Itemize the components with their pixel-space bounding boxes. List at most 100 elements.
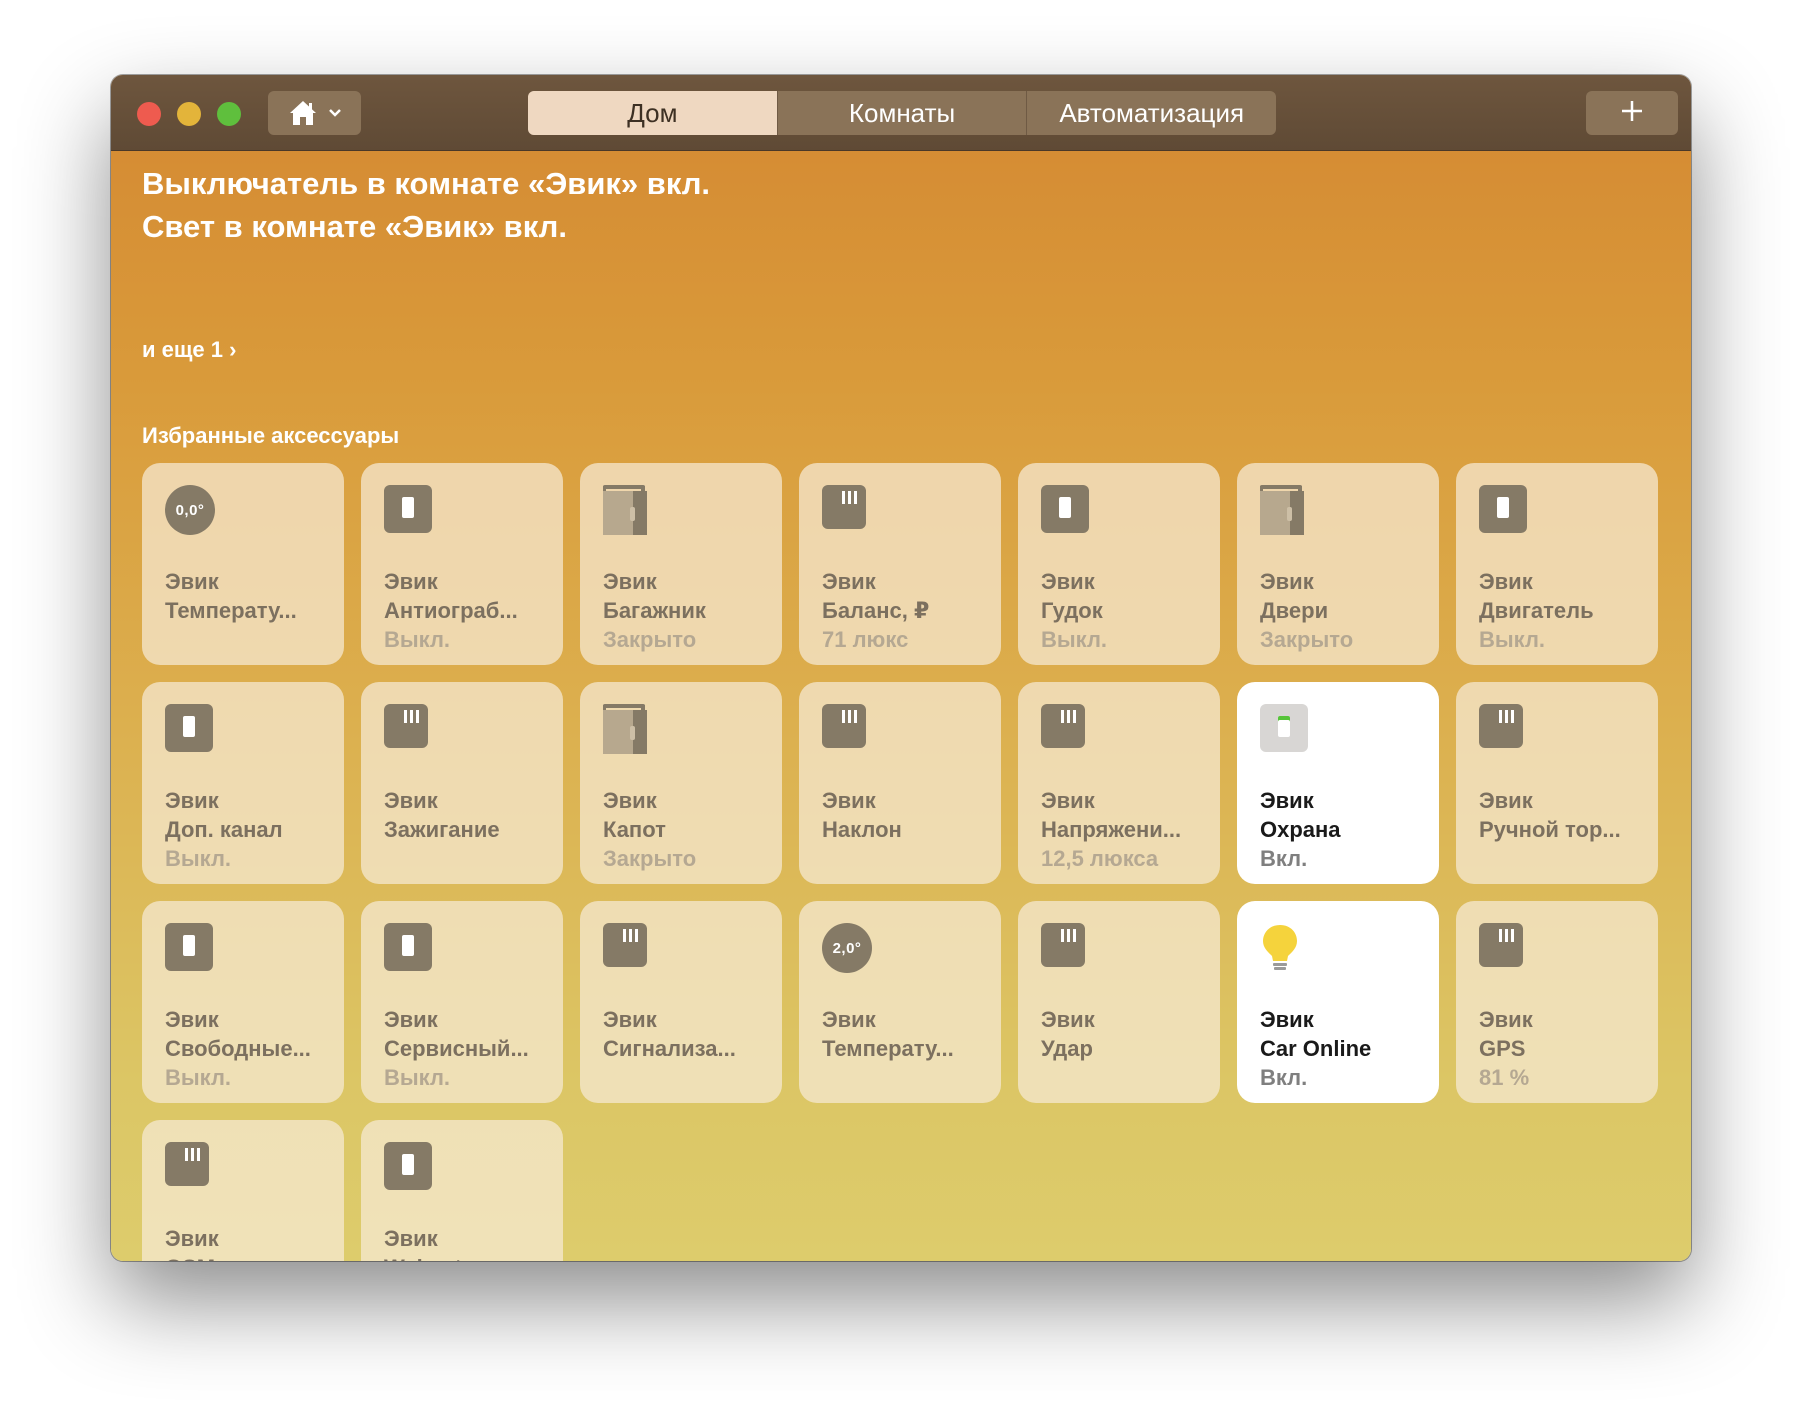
accessory-name: Баланс, ₽: [822, 598, 930, 623]
accessory-tile[interactable]: Эвик GPS 81 %: [1456, 901, 1658, 1103]
accessory-tile[interactable]: 0,0° Эвик Температу...: [142, 463, 344, 665]
accessory-tile[interactable]: Эвик Гудок Выкл.: [1018, 463, 1220, 665]
accessory-room: Эвик: [1479, 569, 1533, 594]
switch-icon: [165, 704, 217, 756]
accessory-tile[interactable]: ЭвикWebastoВыкл.: [361, 1120, 563, 1261]
accessory-tile[interactable]: Эвик Наклон: [799, 682, 1001, 884]
accessory-state: Выкл.: [384, 1065, 451, 1090]
tab-home[interactable]: Дом: [528, 91, 777, 135]
sensor-icon: [1041, 704, 1093, 756]
accessory-room: Эвик: [1041, 569, 1095, 594]
accessory-name: Наклон: [822, 817, 902, 842]
accessory-room: Эвик: [1260, 1007, 1314, 1032]
accessory-name: Ручной тор...: [1479, 817, 1621, 842]
accessory-tile[interactable]: 2,0° Эвик Температу...: [799, 901, 1001, 1103]
accessory-room: Эвик: [1479, 1007, 1533, 1032]
accessory-state: Выкл.: [1479, 627, 1546, 652]
accessory-state: Выкл.: [384, 627, 451, 652]
more-status-link[interactable]: и еще 1 ›: [142, 337, 236, 363]
view-tabs: Дом Комнаты Автоматизация: [528, 91, 1276, 135]
accessory-room: Эвик: [1479, 788, 1533, 813]
accessory-room: Эвик: [1041, 788, 1095, 813]
accessory-room: Эвик: [165, 788, 219, 813]
house-icon: [288, 99, 318, 127]
switch-icon: [384, 485, 436, 537]
accessory-room: Эвик: [384, 1007, 438, 1032]
temperature-badge-icon: 0,0°: [165, 485, 217, 537]
accessory-name: Удар: [1041, 1036, 1093, 1061]
accessory-tile[interactable]: Эвик Сигнализа...: [580, 901, 782, 1103]
accessory-name: Сигнализа...: [603, 1036, 736, 1061]
home-menu-button[interactable]: [268, 91, 361, 135]
accessory-tile[interactable]: Эвик Багажник Закрыто: [580, 463, 782, 665]
accessory-room: Эвик: [384, 788, 438, 813]
minimize-window-button[interactable]: [177, 102, 201, 126]
accessory-tile[interactable]: Эвик Ручной тор...: [1456, 682, 1658, 884]
accessory-name: Гудок: [1041, 598, 1103, 623]
sensor-icon: [1479, 923, 1531, 975]
accessory-tile[interactable]: ЭвикGSM66 %: [142, 1120, 344, 1261]
sensor-icon: [165, 1142, 217, 1194]
accessory-state: Выкл.: [165, 846, 232, 871]
accessory-state: Вкл.: [1260, 1065, 1308, 1090]
accessory-name: Webasto: [384, 1253, 546, 1261]
accessory-tile[interactable]: Эвик Car Online Вкл.: [1237, 901, 1439, 1103]
accessory-tile[interactable]: Эвик Доп. канал Выкл.: [142, 682, 344, 884]
accessory-name: Свободные...: [165, 1036, 311, 1061]
door-icon: [603, 704, 655, 756]
accessory-name: Сервисный...: [384, 1036, 529, 1061]
accessory-tile[interactable]: Эвик Баланс, ₽ 71 люкс: [799, 463, 1001, 665]
accessory-room: Эвик: [165, 569, 219, 594]
accessory-tile[interactable]: Эвик Антиограб... Выкл.: [361, 463, 563, 665]
accessory-state: Закрыто: [1260, 627, 1354, 652]
home-app-window: Дом Комнаты Автоматизация Выключатель в …: [111, 75, 1691, 1261]
accessory-room: Эвик: [822, 788, 876, 813]
tab-automation[interactable]: Автоматизация: [1026, 91, 1276, 135]
lightbulb-icon: [1260, 923, 1312, 975]
accessory-name: Багажник: [603, 598, 706, 623]
close-window-button[interactable]: [137, 102, 161, 126]
accessory-state: 71 люкс: [822, 627, 909, 652]
home-content: Выключатель в комнате «Эвик» вкл. Свет в…: [111, 151, 1691, 1261]
zoom-window-button[interactable]: [217, 102, 241, 126]
favorites-grid: 0,0° Эвик Температу... Эвик Антиограб... Выкл…: [142, 463, 1658, 1261]
accessory-name: Антиограб...: [384, 598, 518, 623]
accessory-tile[interactable]: Эвик Зажигание: [361, 682, 563, 884]
accessory-state: Закрыто: [603, 627, 697, 652]
sensor-icon: [822, 485, 874, 537]
door-icon: [1260, 485, 1312, 537]
switch-icon: [165, 923, 217, 975]
accessory-room: Эвик: [165, 1226, 219, 1251]
sensor-icon: [384, 704, 436, 756]
accessory-tile[interactable]: Эвик Охрана Вкл.: [1237, 682, 1439, 884]
accessory-state: Вкл.: [1260, 846, 1308, 871]
temperature-badge-icon: 2,0°: [822, 923, 874, 975]
add-button[interactable]: [1586, 91, 1678, 135]
accessory-name: Температу...: [165, 598, 297, 623]
accessory-room: Эвик: [165, 1007, 219, 1032]
tab-rooms[interactable]: Комнаты: [776, 91, 1027, 135]
accessory-state: Выкл.: [165, 1065, 232, 1090]
status-line-light: Свет в комнате «Эвик» вкл.: [142, 209, 567, 244]
accessory-tile[interactable]: Эвик Удар: [1018, 901, 1220, 1103]
accessory-room: Эвик: [1260, 788, 1314, 813]
accessory-state: Выкл.: [1041, 627, 1108, 652]
sensor-icon: [822, 704, 874, 756]
accessory-name: GSM: [165, 1253, 327, 1261]
accessory-room: Эвик: [1041, 1007, 1095, 1032]
accessory-tile[interactable]: Эвик Сервисный... Выкл.: [361, 901, 563, 1103]
switch-icon: [1479, 485, 1531, 537]
accessory-tile[interactable]: Эвик Свободные... Выкл.: [142, 901, 344, 1103]
title-bar: Дом Комнаты Автоматизация: [111, 75, 1691, 151]
chevron-down-icon: [328, 108, 342, 118]
accessory-tile[interactable]: Эвик Двери Закрыто: [1237, 463, 1439, 665]
accessory-tile[interactable]: Эвик Капот Закрыто: [580, 682, 782, 884]
sensor-icon: [1479, 704, 1531, 756]
accessory-state: 81 %: [1479, 1065, 1530, 1090]
accessory-tile[interactable]: Эвик Напряжени... 12,5 люкса: [1018, 682, 1220, 884]
accessory-tile[interactable]: Эвик Двигатель Выкл.: [1456, 463, 1658, 665]
switch-icon: [1041, 485, 1093, 537]
accessory-room: Эвик: [822, 1007, 876, 1032]
accessory-room: Эвик: [822, 569, 876, 594]
accessory-name: Двигатель: [1479, 598, 1594, 623]
